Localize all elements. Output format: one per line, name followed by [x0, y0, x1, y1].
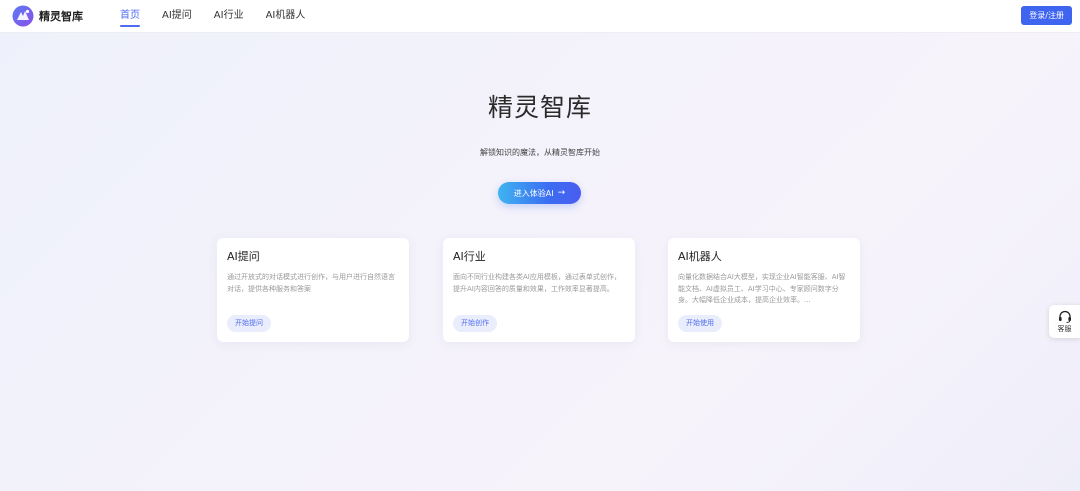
main-nav: 首页 AI提问 AI行业 AI机器人: [120, 0, 327, 33]
customer-service-widget[interactable]: 客服: [1049, 305, 1080, 338]
hero-subtitle: 解锁知识的魔法，从精灵智库开始: [480, 148, 600, 157]
cta-label: 进入体验AI: [513, 188, 554, 198]
login-register-button[interactable]: 登录/注册: [1021, 6, 1072, 25]
feature-card-ai-industry: AI行业 面向不同行业构建各类AI应用模板，通过表单式创作，提升AI内容回答的质…: [443, 238, 635, 342]
start-use-button[interactable]: 开始使用: [678, 315, 722, 332]
logo-icon: [12, 5, 34, 27]
logo[interactable]: 精灵智库: [12, 5, 120, 27]
start-question-button[interactable]: 开始提问: [227, 315, 271, 332]
customer-service-label: 客服: [1057, 324, 1072, 333]
hero-title: 精灵智库: [487, 93, 592, 122]
top-navbar: 精灵智库 首页 AI提问 AI行业 AI机器人 登录/注册: [0, 0, 1080, 33]
card-title: AI提问: [227, 250, 260, 263]
nav-item-ai-question[interactable]: AI提问: [162, 0, 192, 33]
card-description: 向量化数据结合AI大模型，实现企业AI智能客服、AI智能文档、AI虚拟员工、AI…: [678, 273, 846, 304]
feature-card-ai-question: AI提问 通过开放式的对话模式进行创作，与用户进行自然语言对话，提供各种服务和答…: [217, 238, 409, 342]
headset-icon: [1058, 310, 1071, 323]
arrow-right-icon: →: [557, 188, 566, 198]
card-title: AI行业: [453, 250, 486, 263]
card-description: 面向不同行业构建各类AI应用模板，通过表单式创作，提升AI内容回答的质量和效果，…: [453, 273, 621, 293]
start-create-button[interactable]: 开始创作: [453, 315, 497, 332]
nav-item-ai-industry[interactable]: AI行业: [214, 0, 244, 33]
enter-ai-experience-button[interactable]: 进入体验AI →: [498, 182, 581, 204]
nav-item-ai-robot[interactable]: AI机器人: [266, 0, 306, 33]
card-title: AI机器人: [678, 250, 722, 263]
card-description: 通过开放式的对话模式进行创作，与用户进行自然语言对话，提供各种服务和答案: [227, 273, 395, 293]
logo-text: 精灵智库: [39, 10, 83, 23]
nav-item-home[interactable]: 首页: [120, 0, 140, 33]
feature-card-ai-robot: AI机器人 向量化数据结合AI大模型，实现企业AI智能客服、AI智能文档、AI虚…: [668, 238, 860, 342]
